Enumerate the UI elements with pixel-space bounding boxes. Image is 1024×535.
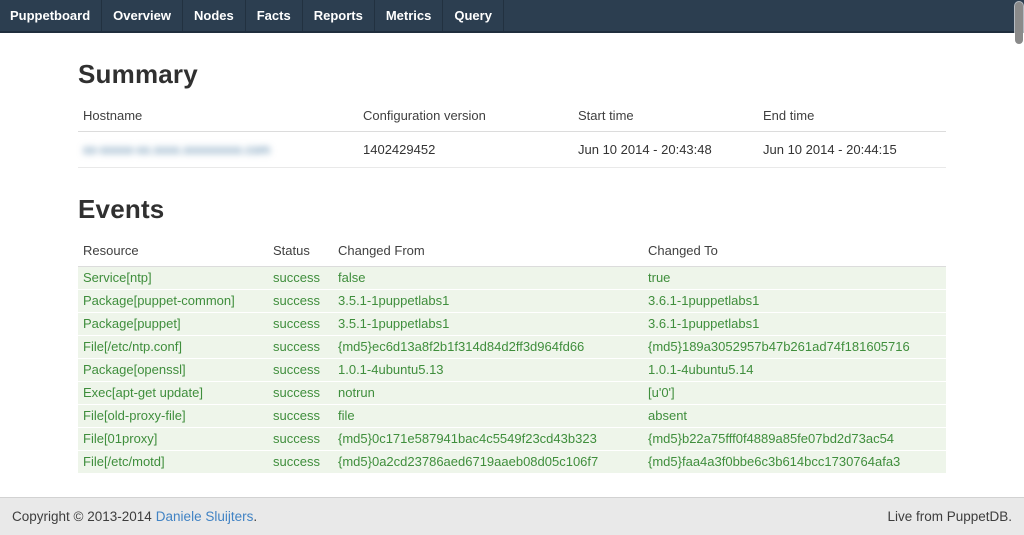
event-resource: File[/etc/motd] [78, 451, 268, 474]
summary-col-config-version: Configuration version [358, 99, 573, 132]
events-col-changed-to: Changed To [643, 234, 946, 267]
events-col-status: Status [268, 234, 333, 267]
event-row: File[old-proxy-file] success file absent [78, 405, 946, 428]
nav-item-nodes[interactable]: Nodes [183, 0, 246, 31]
event-changed-from: file [333, 405, 643, 428]
event-status: success [268, 313, 333, 336]
summary-col-start-time: Start time [573, 99, 758, 132]
events-col-resource: Resource [78, 234, 268, 267]
event-status: success [268, 267, 333, 290]
event-changed-from: {md5}0c171e587941bac4c5549f23cd43b323 [333, 428, 643, 451]
event-changed-to: 3.6.1-1puppetlabs1 [643, 290, 946, 313]
hostname-link-redacted[interactable]: xx-xxxxx-xx.xxxx.xxxxxxxxx.com [83, 142, 270, 157]
nav-brand-puppetboard[interactable]: Puppetboard [0, 0, 102, 31]
copyright-period: . [253, 509, 257, 524]
event-resource: File[old-proxy-file] [78, 405, 268, 428]
footer: Copyright © 2013-2014Daniele Sluijters. … [0, 497, 1024, 535]
nav-item-reports[interactable]: Reports [303, 0, 375, 31]
event-resource: Package[openssl] [78, 359, 268, 382]
event-resource: Service[ntp] [78, 267, 268, 290]
event-resource: Package[puppet-common] [78, 290, 268, 313]
event-status: success [268, 290, 333, 313]
nav-item-facts[interactable]: Facts [246, 0, 303, 31]
nav-item-metrics[interactable]: Metrics [375, 0, 444, 31]
event-status: success [268, 336, 333, 359]
events-table: Resource Status Changed From Changed To … [78, 234, 946, 474]
event-changed-to: true [643, 267, 946, 290]
events-col-changed-from: Changed From [333, 234, 643, 267]
navbar: Puppetboard Overview Nodes Facts Reports… [0, 0, 1024, 33]
event-changed-from: false [333, 267, 643, 290]
summary-header-row: Hostname Configuration version Start tim… [78, 99, 946, 132]
event-changed-to: {md5}189a3052957b47b261ad74f181605716 [643, 336, 946, 359]
event-changed-from: 1.0.1-4ubuntu5.13 [333, 359, 643, 382]
end-time-cell: Jun 10 2014 - 20:44:15 [758, 132, 946, 168]
main-content: Summary Hostname Configuration version S… [78, 59, 946, 474]
puppetdb-status-text: Live from PuppetDB. [887, 509, 1012, 524]
event-row: File[/etc/motd] success {md5}0a2cd23786a… [78, 451, 946, 474]
event-resource: Exec[apt-get update] [78, 382, 268, 405]
event-changed-from: {md5}0a2cd23786aed6719aaeb08d05c106f7 [333, 451, 643, 474]
event-row: Exec[apt-get update] success notrun [u'0… [78, 382, 946, 405]
summary-row: xx-xxxxx-xx.xxxx.xxxxxxxxx.com 140242945… [78, 132, 946, 168]
summary-col-hostname: Hostname [78, 99, 358, 132]
event-status: success [268, 451, 333, 474]
event-row: Package[openssl] success 1.0.1-4ubuntu5.… [78, 359, 946, 382]
event-changed-to: [u'0'] [643, 382, 946, 405]
event-changed-to: absent [643, 405, 946, 428]
config-version-cell: 1402429452 [358, 132, 573, 168]
event-resource: File[01proxy] [78, 428, 268, 451]
event-status: success [268, 359, 333, 382]
event-row: Package[puppet-common] success 3.5.1-1pu… [78, 290, 946, 313]
scrollbar-thumb[interactable] [1015, 2, 1023, 44]
summary-table: Hostname Configuration version Start tim… [78, 99, 946, 168]
events-header-row: Resource Status Changed From Changed To [78, 234, 946, 267]
event-changed-from: 3.5.1-1puppetlabs1 [333, 313, 643, 336]
summary-heading: Summary [78, 59, 946, 90]
copyright: Copyright © 2013-2014 Daniele Sluijters. [12, 509, 257, 524]
events-heading: Events [78, 194, 946, 225]
event-changed-to: 3.6.1-1puppetlabs1 [643, 313, 946, 336]
hostname-cell: xx-xxxxx-xx.xxxx.xxxxxxxxx.com [78, 132, 358, 168]
copyright-text: Copyright © 2013-2014 [12, 509, 152, 524]
event-changed-from: 3.5.1-1puppetlabs1 [333, 290, 643, 313]
event-resource: Package[puppet] [78, 313, 268, 336]
nav-item-overview[interactable]: Overview [102, 0, 183, 31]
event-row: File[01proxy] success {md5}0c171e587941b… [78, 428, 946, 451]
event-row: File[/etc/ntp.conf] success {md5}ec6d13a… [78, 336, 946, 359]
start-time-cell: Jun 10 2014 - 20:43:48 [573, 132, 758, 168]
event-status: success [268, 382, 333, 405]
nav-item-query[interactable]: Query [443, 0, 504, 31]
event-changed-from: {md5}ec6d13a8f2b1f314d84d2ff3d964fd66 [333, 336, 643, 359]
event-changed-to: 1.0.1-4ubuntu5.14 [643, 359, 946, 382]
author-link[interactable]: Daniele Sluijters [156, 509, 254, 524]
event-status: success [268, 428, 333, 451]
event-row: Package[puppet] success 3.5.1-1puppetlab… [78, 313, 946, 336]
summary-col-end-time: End time [758, 99, 946, 132]
event-row: Service[ntp] success false true [78, 267, 946, 290]
event-resource: File[/etc/ntp.conf] [78, 336, 268, 359]
event-status: success [268, 405, 333, 428]
event-changed-to: {md5}b22a75fff0f4889a85fe07bd2d73ac54 [643, 428, 946, 451]
event-changed-from: notrun [333, 382, 643, 405]
event-changed-to: {md5}faa4a3f0bbe6c3b614bcc1730764afa3 [643, 451, 946, 474]
